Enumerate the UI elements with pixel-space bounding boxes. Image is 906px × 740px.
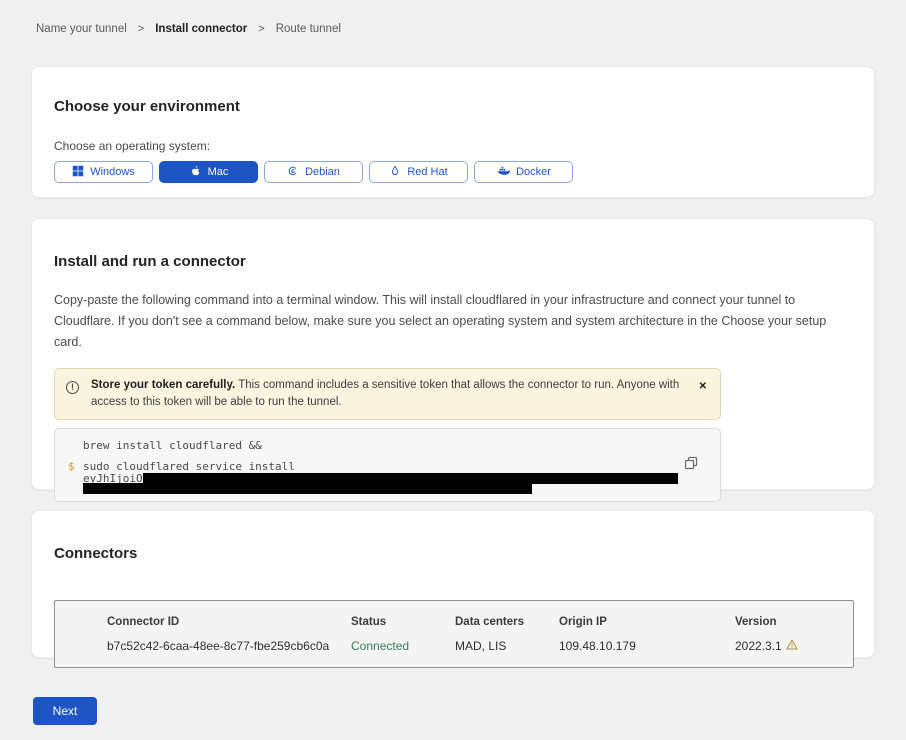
os-button-debian[interactable]: Debian — [264, 161, 363, 183]
install-card-title: Install and run a connector — [54, 253, 874, 270]
breadcrumb-separator: > — [258, 23, 264, 35]
table-header-status: Status — [351, 616, 386, 628]
copy-icon[interactable] — [684, 456, 698, 470]
warning-triangle-icon — [786, 639, 798, 653]
warning-circle-icon: ! — [66, 381, 79, 394]
table-header-origin-ip: Origin IP — [559, 616, 607, 628]
os-select-label: Choose an operating system: — [54, 139, 874, 153]
status-badge: Connected — [351, 639, 409, 653]
redhat-icon — [389, 165, 401, 180]
connectors-card-title: Connectors — [54, 545, 874, 562]
environment-card-title: Choose your environment — [54, 98, 874, 115]
breadcrumb-step-name-your-tunnel[interactable]: Name your tunnel — [36, 23, 127, 35]
warning-bold-text: Store your token carefully. — [91, 379, 235, 391]
connector-id-cell: b7c52c42-6caa-48ee-8c77-fbe259cb6c0a — [107, 639, 329, 653]
breadcrumb-step-route-tunnel[interactable]: Route tunnel — [276, 23, 341, 35]
token-warning-banner: ! Store your token carefully. This comma… — [54, 368, 721, 420]
connectors-card: Connectors Connector ID Status Data cent… — [31, 510, 875, 658]
next-button[interactable]: Next — [33, 697, 97, 725]
os-button-redhat[interactable]: Red Hat — [369, 161, 468, 183]
os-button-label: Red Hat — [407, 166, 447, 178]
windows-icon — [72, 165, 84, 180]
install-command-code-block: brew install cloudflared && $ sudo cloud… — [54, 428, 721, 502]
table-header-version: Version — [735, 616, 777, 628]
os-button-windows[interactable]: Windows — [54, 161, 153, 183]
os-button-mac[interactable]: Mac — [159, 161, 258, 183]
os-button-docker[interactable]: Docker — [474, 161, 573, 183]
breadcrumb-separator: > — [138, 23, 144, 35]
apple-icon — [189, 164, 202, 180]
shell-prompt: $ — [68, 460, 75, 473]
os-button-group: Windows Mac Debian Red Hat Docker — [54, 161, 874, 183]
os-button-label: Mac — [208, 166, 229, 178]
os-button-label: Debian — [305, 166, 340, 178]
version-cell: 2022.3.1 — [735, 639, 798, 653]
docker-icon — [496, 165, 510, 180]
code-line-brew: brew install cloudflared && — [83, 439, 262, 452]
origin-ip-cell: 109.48.10.179 — [559, 639, 636, 653]
install-connector-card: Install and run a connector Copy-paste t… — [31, 218, 875, 490]
debian-icon — [287, 165, 299, 180]
breadcrumb: Name your tunnel > Install connector > R… — [36, 23, 341, 35]
install-description: Copy-paste the following command into a … — [54, 290, 849, 353]
connectors-table: Connector ID Status Data centers Origin … — [54, 600, 854, 668]
breadcrumb-step-install-connector[interactable]: Install connector — [155, 23, 247, 35]
os-button-label: Windows — [90, 166, 135, 178]
redacted-token-bar — [83, 483, 532, 494]
environment-card: Choose your environment Choose an operat… — [31, 66, 875, 198]
table-header-connector-id: Connector ID — [107, 616, 179, 628]
table-header-data-centers: Data centers — [455, 616, 524, 628]
os-button-label: Docker — [516, 166, 551, 178]
version-value: 2022.3.1 — [735, 639, 782, 653]
close-icon[interactable]: ✕ — [699, 382, 707, 392]
data-centers-cell: MAD, LIS — [455, 639, 506, 653]
